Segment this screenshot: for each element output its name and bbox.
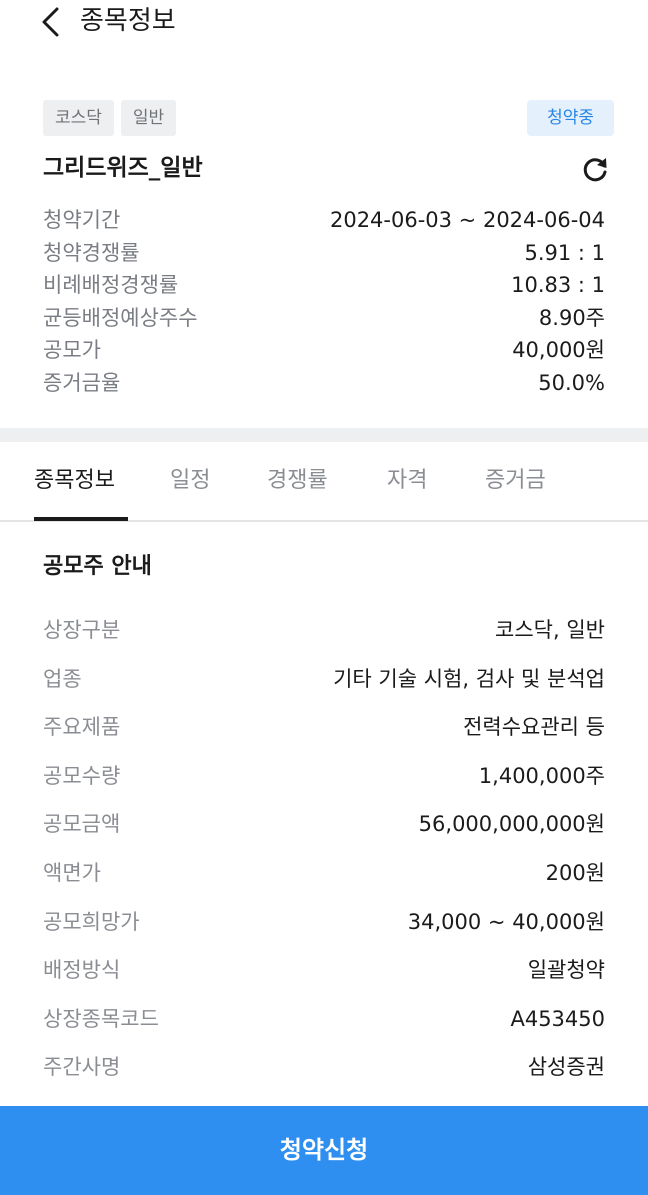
summary-label: 비례배정경쟁률	[43, 273, 179, 298]
detail-row: 주간사명 삼성증권	[43, 1043, 605, 1092]
market-tag: 코스닥	[43, 100, 114, 136]
summary-label: 공모가	[43, 338, 101, 363]
detail-label: 주간사명	[43, 1055, 121, 1080]
summary-row: 증거금율 50.0%	[43, 367, 605, 400]
type-tag: 일반	[120, 100, 177, 136]
summary-row: 공모가 40,000원	[43, 334, 605, 367]
detail-label: 상장종목코드	[43, 1006, 159, 1031]
detail-row: 공모금액 56,000,000,000원	[43, 800, 605, 849]
tab-schedule[interactable]: 일정	[170, 464, 210, 498]
back-button[interactable]	[36, 4, 68, 40]
detail-row: 상장종목코드 A453450	[43, 995, 605, 1044]
detail-label: 배정방식	[43, 958, 121, 983]
summary-value: 40,000원	[512, 338, 605, 363]
detail-value: 200원	[545, 860, 605, 885]
tab-eligibility[interactable]: 자격	[387, 464, 427, 498]
detail-label: 액면가	[43, 860, 101, 885]
detail-value: 삼성증권	[527, 1055, 605, 1080]
detail-row: 배정방식 일괄청약	[43, 946, 605, 995]
summary-label: 증거금율	[43, 370, 121, 395]
page-title: 종목정보	[80, 6, 176, 36]
summary-row: 청약기간 2024-06-03 ~ 2024-06-04	[43, 204, 605, 237]
detail-label: 공모희망가	[43, 909, 140, 934]
summary-row: 청약경쟁률 5.91 : 1	[43, 237, 605, 270]
detail-value: 일괄청약	[527, 958, 605, 983]
detail-row: 공모수량 1,400,000주	[43, 752, 605, 801]
detail-value: A453450	[510, 1006, 605, 1031]
summary-label: 청약기간	[43, 208, 121, 232]
detail-value: 전력수요관리 등	[463, 715, 605, 740]
summary-value: 50.0%	[538, 370, 605, 395]
detail-value: 56,000,000,000원	[418, 812, 605, 837]
summary-value: 8.90주	[538, 305, 605, 330]
tab-bar: 종목정보 일정 경쟁률 자격 증거금	[0, 442, 648, 522]
detail-list: 상장구분 코스닥, 일반 업종 기타 기술 시험, 검사 및 분석업 주요제품 …	[43, 606, 605, 1092]
status-badge: 청약중	[527, 100, 614, 136]
tab-competition[interactable]: 경쟁률	[267, 464, 328, 498]
detail-label: 상장구분	[43, 618, 121, 642]
detail-row: 업종 기타 기술 시험, 검사 및 분석업	[43, 655, 605, 704]
tab-deposit[interactable]: 증거금	[485, 464, 546, 498]
tag-list: 코스닥 일반	[43, 100, 177, 136]
refresh-button[interactable]	[580, 153, 612, 185]
detail-row: 상장구분 코스닥, 일반	[43, 606, 605, 655]
detail-value: 34,000 ~ 40,000원	[407, 909, 605, 934]
app-header: 종목정보	[0, 0, 648, 44]
detail-value: 1,400,000주	[478, 763, 605, 788]
detail-label: 공모금액	[43, 812, 121, 837]
summary-row: 비례배정경쟁률 10.83 : 1	[43, 269, 605, 302]
apply-subscription-button[interactable]: 청약신청	[0, 1106, 648, 1195]
section-title: 공모주 안내	[43, 554, 152, 579]
tab-stock-info[interactable]: 종목정보	[34, 464, 115, 498]
summary-label: 청약경쟁률	[43, 240, 140, 265]
detail-value: 코스닥, 일반	[495, 618, 605, 642]
section-divider	[0, 428, 648, 442]
detail-value: 기타 기술 시험, 검사 및 분석업	[333, 666, 605, 691]
summary-list: 청약기간 2024-06-03 ~ 2024-06-04 청약경쟁률 5.91 …	[43, 204, 605, 400]
detail-label: 주요제품	[43, 715, 121, 740]
detail-row: 주요제품 전력수요관리 등	[43, 703, 605, 752]
detail-label: 업종	[43, 666, 82, 691]
detail-row: 공모희망가 34,000 ~ 40,000원	[43, 898, 605, 947]
summary-value: 2024-06-03 ~ 2024-06-04	[329, 208, 605, 232]
detail-label: 공모수량	[43, 763, 121, 788]
chevron-left-icon	[42, 7, 59, 37]
stock-name: 그리드위즈_일반	[43, 155, 203, 181]
summary-value: 10.83 : 1	[511, 273, 605, 298]
active-tab-indicator	[34, 517, 128, 521]
refresh-icon	[583, 158, 607, 182]
summary-label: 균등배정예상주수	[43, 305, 198, 330]
summary-row: 균등배정예상주수 8.90주	[43, 302, 605, 335]
detail-row: 액면가 200원	[43, 849, 605, 898]
summary-value: 5.91 : 1	[524, 240, 605, 265]
